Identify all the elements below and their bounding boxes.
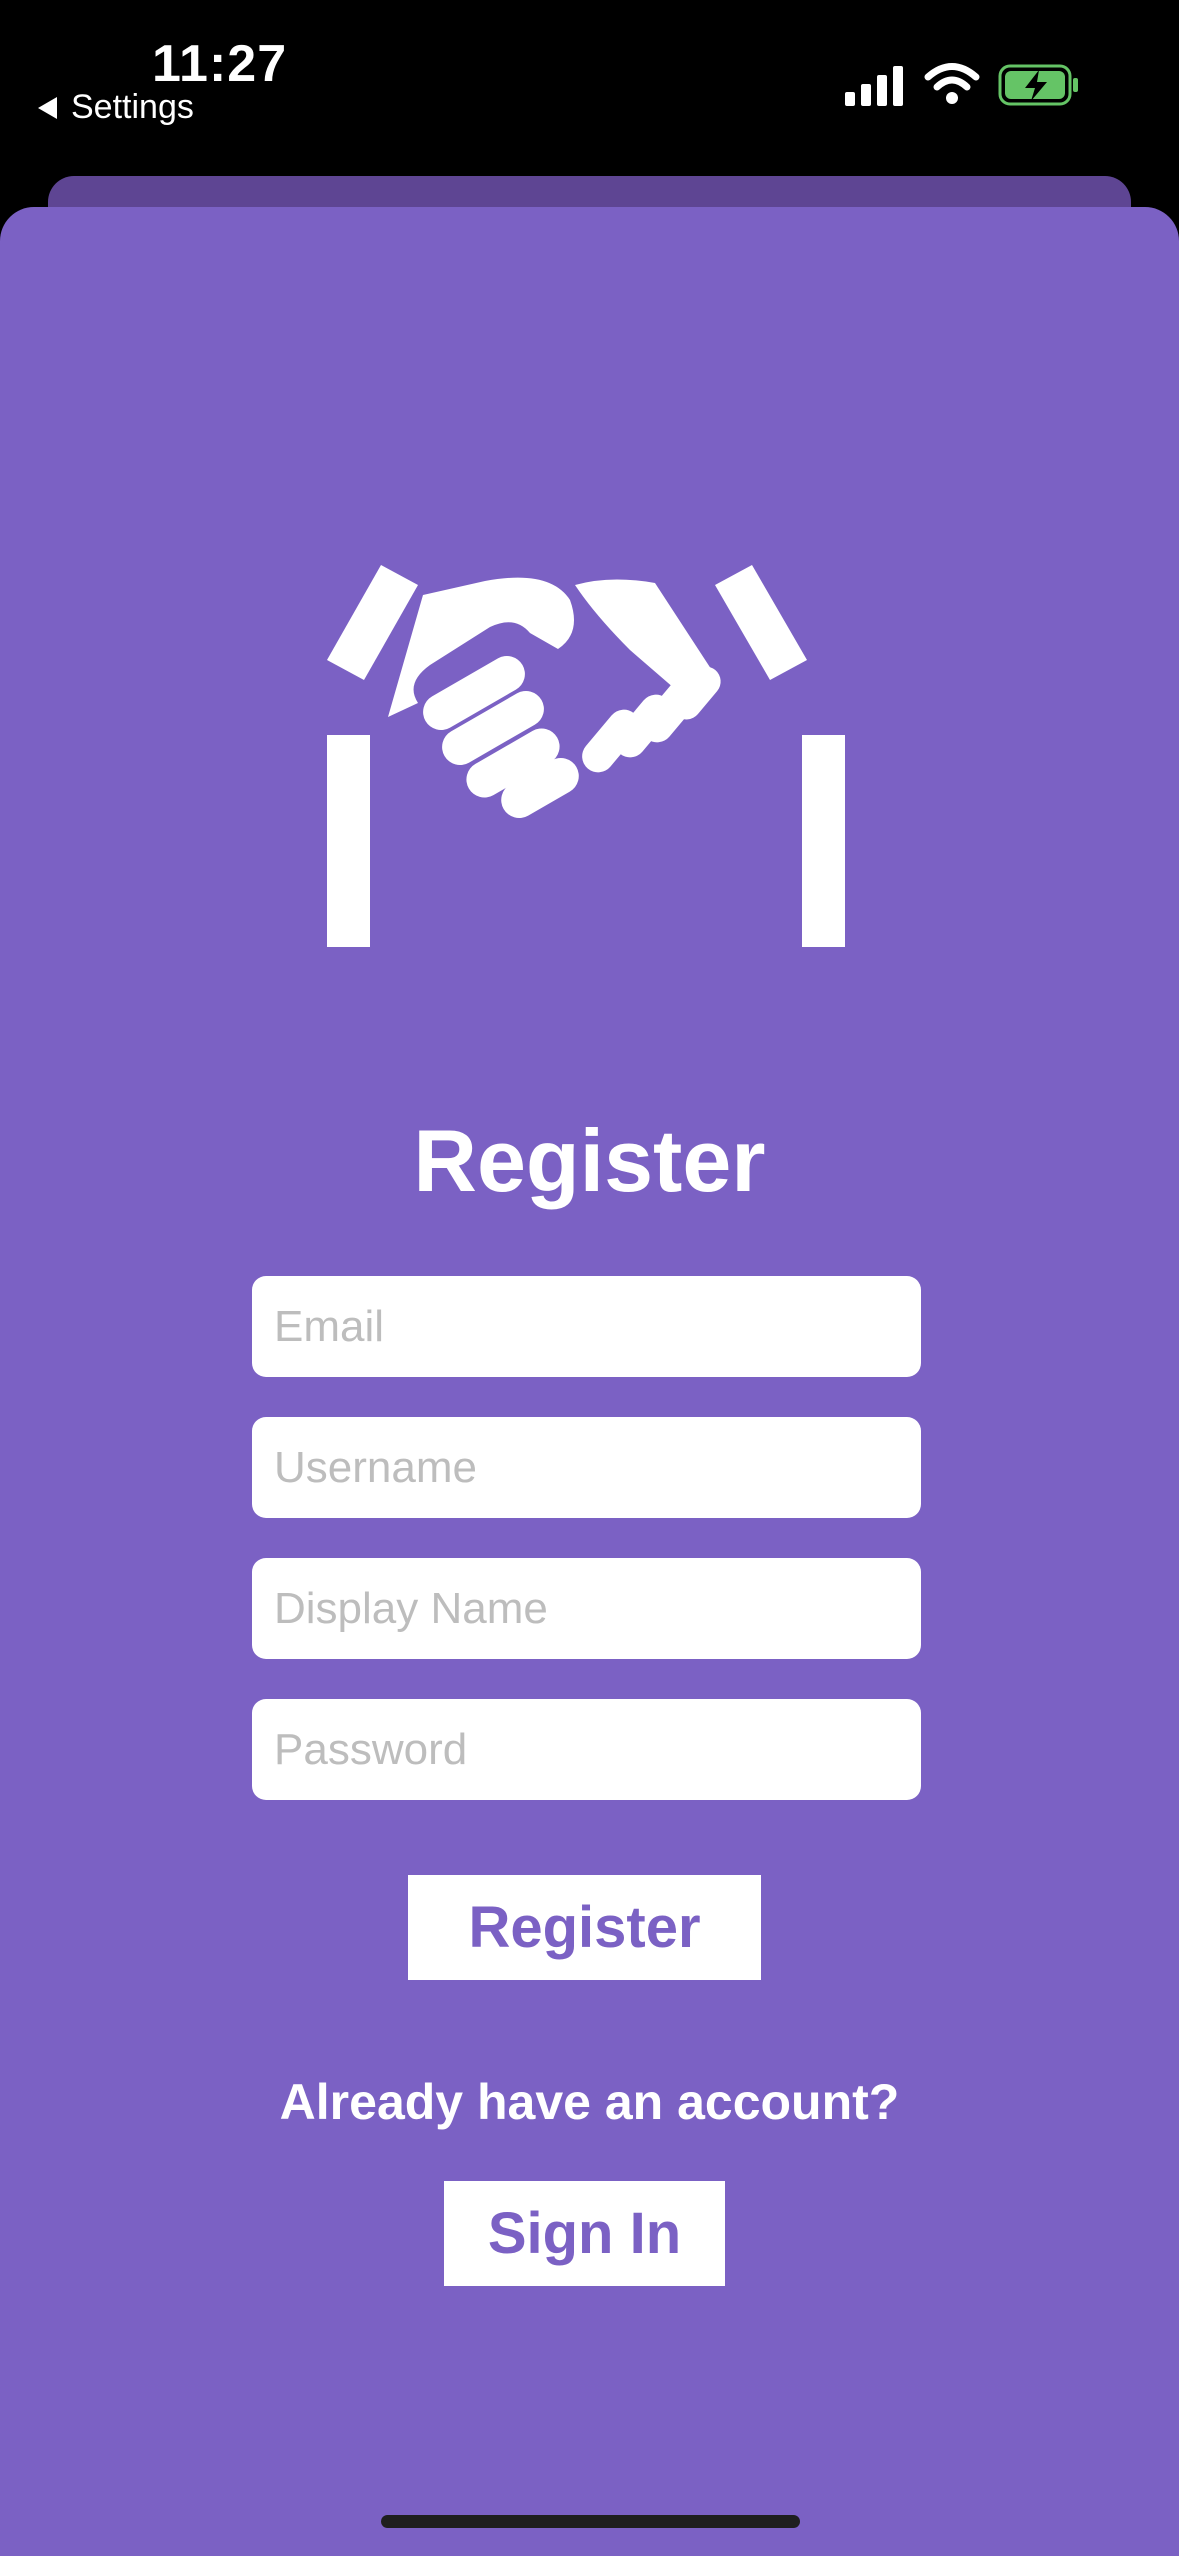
handshake-icon <box>327 565 845 947</box>
password-field[interactable] <box>252 1699 921 1800</box>
status-time: 11:27 <box>152 35 288 93</box>
register-button[interactable]: Register <box>408 1875 761 1980</box>
status-bar: 11:27 Settings <box>0 0 1179 170</box>
page-title: Register <box>413 1111 766 1210</box>
sign-in-button[interactable]: Sign In <box>444 2181 725 2286</box>
display-name-field[interactable] <box>252 1558 921 1659</box>
home-indicator[interactable] <box>381 2515 800 2528</box>
battery-charging-icon <box>998 64 1078 106</box>
back-arrow-icon <box>38 96 57 119</box>
back-to-settings-link[interactable]: Settings <box>38 88 194 127</box>
back-link-label: Settings <box>71 88 194 126</box>
wifi-icon <box>924 63 980 104</box>
email-field[interactable] <box>252 1276 921 1377</box>
cellular-signal-icon <box>845 66 903 106</box>
already-have-account-text: Already have an account? <box>279 2074 900 2130</box>
username-field[interactable] <box>252 1417 921 1518</box>
